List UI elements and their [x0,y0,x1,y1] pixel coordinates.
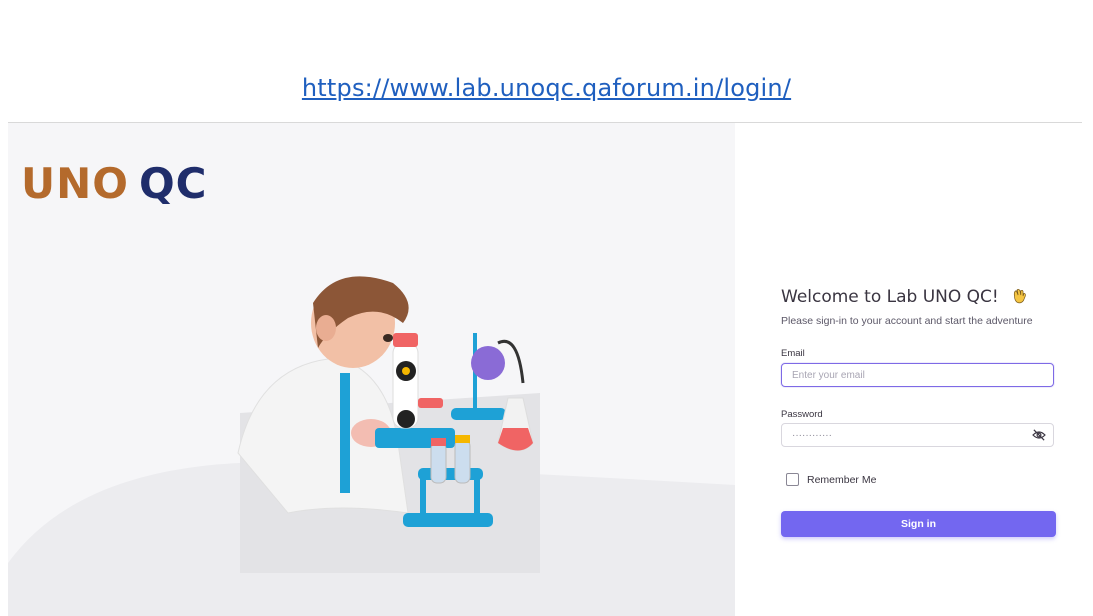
remember-me-checkbox[interactable] [786,473,799,486]
password-label: Password [781,409,823,420]
welcome-subtitle: Please sign-in to your account and start… [781,315,1033,327]
welcome-title: Welcome to Lab UNO QC! [781,287,999,307]
email-label: Email [781,348,805,359]
scientist-illustration [8,276,735,616]
brand-logo: UNO QC [21,159,208,208]
password-input[interactable] [781,423,1054,447]
login-pane: Welcome to Lab UNO QC! Please sign-in to… [735,123,1082,616]
waving-hand-icon [1014,289,1026,304]
eye-off-icon[interactable] [1032,429,1046,441]
remember-me-label: Remember Me [807,473,877,486]
left-illustration-pane: UNO QC [8,123,735,616]
url-caption[interactable]: https://www.lab.unoqc.qaforum.in/login/ [0,74,1093,102]
welcome-heading: Welcome to Lab UNO QC! [781,287,1028,307]
sign-in-button[interactable]: Sign in [781,511,1056,537]
brand-logo-qc: QC [138,159,208,208]
email-input[interactable] [781,363,1054,387]
brand-logo-uno: UNO [21,159,129,208]
remember-me-row[interactable]: Remember Me [786,473,876,486]
